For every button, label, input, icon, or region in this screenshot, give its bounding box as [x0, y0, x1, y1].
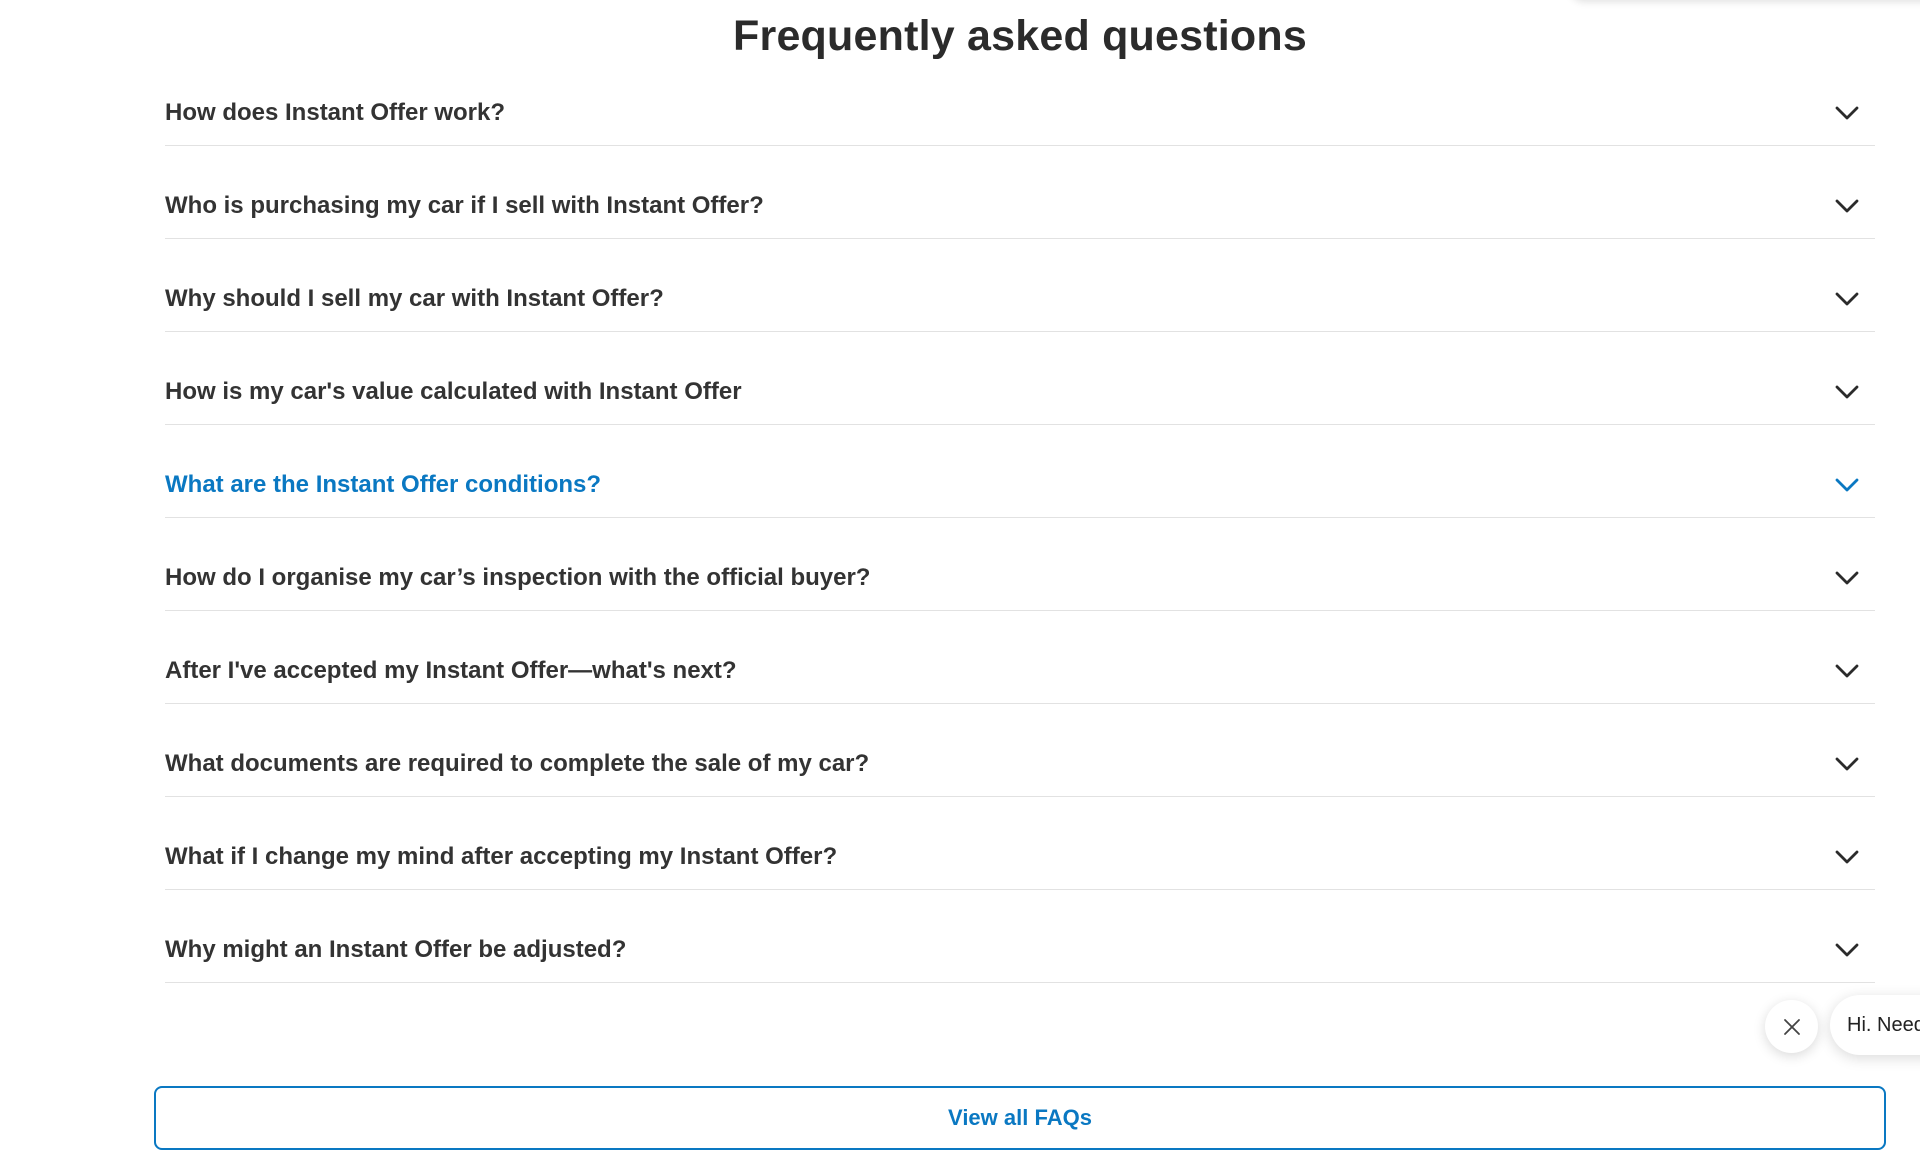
faq-question: How does Instant Offer work?	[165, 98, 506, 126]
faq-question: How do I organise my car’s inspection wi…	[165, 563, 871, 591]
faq-question: What are the Instant Offer conditions?	[165, 470, 602, 498]
faq-question: After I've accepted my Instant Offer—wha…	[165, 656, 737, 684]
faq-item[interactable]: How is my car's value calculated with In…	[165, 332, 1875, 425]
faq-item[interactable]: After I've accepted my Instant Offer—wha…	[165, 611, 1875, 704]
faq-question: Why might an Instant Offer be adjusted?	[165, 935, 627, 963]
faq-question: How is my car's value calculated with In…	[165, 377, 742, 405]
faq-list: How does Instant Offer work? Who is purc…	[165, 53, 1875, 983]
faq-question: What documents are required to complete …	[165, 749, 870, 777]
faq-item[interactable]: How does Instant Offer work?	[165, 53, 1875, 146]
chevron-down-icon	[1833, 258, 1861, 313]
chevron-down-icon	[1833, 165, 1861, 220]
chat-greeting-text: Hi. Need	[1847, 1013, 1920, 1036]
chat-greeting-bubble[interactable]: Hi. Need	[1830, 995, 1920, 1055]
faq-item-active[interactable]: What are the Instant Offer conditions?	[165, 425, 1875, 518]
chevron-down-icon	[1833, 537, 1861, 592]
faq-question: Why should I sell my car with Instant Of…	[165, 284, 664, 312]
chevron-down-icon	[1833, 351, 1861, 406]
chevron-down-icon	[1833, 723, 1861, 778]
chevron-down-icon	[1833, 630, 1861, 685]
faq-item[interactable]: What if I change my mind after accepting…	[165, 797, 1875, 890]
faq-item[interactable]: Who is purchasing my car if I sell with …	[165, 146, 1875, 239]
chevron-down-icon	[1833, 816, 1861, 871]
view-all-faqs-button[interactable]: View all FAQs	[154, 1086, 1886, 1150]
faq-item[interactable]: How do I organise my car’s inspection wi…	[165, 518, 1875, 611]
chevron-down-icon	[1833, 909, 1861, 964]
faq-item[interactable]: Why should I sell my car with Instant Of…	[165, 239, 1875, 332]
close-icon	[1783, 1018, 1800, 1035]
chevron-down-icon	[1833, 444, 1861, 499]
faq-item[interactable]: Why might an Instant Offer be adjusted?	[165, 890, 1875, 983]
faq-item[interactable]: What documents are required to complete …	[165, 704, 1875, 797]
chevron-down-icon	[1833, 72, 1861, 127]
chat-close-button[interactable]	[1765, 1000, 1818, 1053]
faq-question: What if I change my mind after accepting…	[165, 842, 838, 870]
faq-page: Frequently asked questions How does Inst…	[0, 0, 1920, 1153]
faq-question: Who is purchasing my car if I sell with …	[165, 191, 764, 219]
